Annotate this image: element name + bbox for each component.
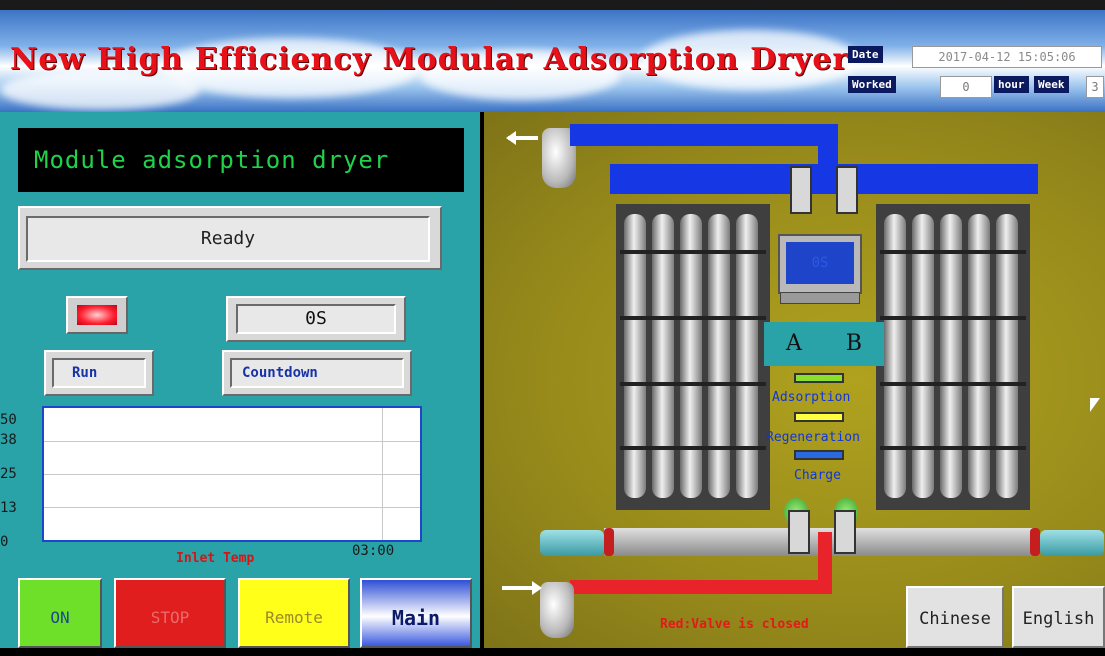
status-display: Ready bbox=[26, 216, 430, 262]
y-tick-50: 50 bbox=[0, 412, 17, 428]
inlet-pipe bbox=[570, 580, 832, 594]
y-tick-0: 0 bbox=[0, 534, 9, 550]
chart-x-label: Inlet Temp bbox=[176, 551, 255, 566]
date-value: 2017-04-12 15:05:06 bbox=[912, 46, 1102, 68]
monitor-icon: 0S bbox=[778, 234, 862, 294]
tower-a-indicator: A bbox=[764, 322, 824, 366]
app-title: New High Efficiency Modular Adsorption D… bbox=[10, 42, 850, 77]
tower-b-column-2 bbox=[912, 214, 934, 498]
keyboard-icon bbox=[780, 292, 860, 304]
bottom-valve-b-icon bbox=[834, 510, 856, 554]
tower-a-column-1 bbox=[624, 214, 646, 498]
tower-b-rung bbox=[880, 250, 1026, 254]
tower-b-rung bbox=[880, 446, 1026, 450]
tower-b-column-5 bbox=[996, 214, 1018, 498]
monitor-screen-value: 0S bbox=[786, 242, 854, 284]
worked-label: Worked bbox=[848, 76, 896, 93]
hour-label: hour bbox=[994, 76, 1029, 93]
countdown-label: Countdown bbox=[230, 358, 404, 388]
adsorption-legend-label: Adsorption bbox=[772, 390, 851, 405]
silencer-right-cap-icon bbox=[1030, 528, 1040, 556]
inlet-arrow-icon bbox=[502, 586, 532, 590]
tower-a-rung bbox=[620, 250, 766, 254]
tower-a-column-5 bbox=[736, 214, 758, 498]
top-valve-b-icon bbox=[836, 166, 858, 214]
seconds-display: 0S bbox=[236, 304, 396, 334]
stop-button[interactable]: STOP bbox=[114, 578, 226, 648]
tower-b-rung bbox=[880, 382, 1026, 386]
adsorption-legend-swatch bbox=[794, 373, 844, 383]
main-button[interactable]: Main bbox=[360, 578, 472, 648]
y-tick-13: 13 bbox=[0, 500, 17, 516]
chinese-language-button[interactable]: Chinese bbox=[906, 586, 1004, 648]
tower-a-column-4 bbox=[708, 214, 730, 498]
tower-a-rung bbox=[620, 446, 766, 450]
outlet-arrowhead-icon bbox=[506, 131, 516, 145]
inlet-arrowhead-icon bbox=[532, 581, 542, 595]
inlet-temp-chart bbox=[42, 406, 422, 542]
chart-time-label: 03:00 bbox=[352, 543, 395, 559]
alarm-lamp bbox=[66, 296, 128, 334]
tower-a-column-2 bbox=[652, 214, 674, 498]
tower-a-rung bbox=[620, 316, 766, 320]
y-tick-38: 38 bbox=[0, 432, 17, 448]
run-label: Run bbox=[52, 358, 146, 388]
date-label: Date bbox=[848, 46, 883, 63]
on-button[interactable]: ON bbox=[18, 578, 102, 648]
remote-button[interactable]: Remote bbox=[238, 578, 350, 648]
silencer-left-icon bbox=[540, 530, 604, 556]
mouse-cursor-icon bbox=[1090, 398, 1100, 412]
y-tick-25: 25 bbox=[0, 466, 17, 482]
regeneration-legend-label: Regeneration bbox=[766, 430, 860, 445]
tower-b-rung bbox=[880, 316, 1026, 320]
english-language-button[interactable]: English bbox=[1012, 586, 1105, 648]
bottom-valve-a-icon bbox=[788, 510, 810, 554]
tower-b-column-3 bbox=[940, 214, 962, 498]
silencer-left-cap-icon bbox=[604, 528, 614, 556]
tower-a-rung bbox=[620, 382, 766, 386]
alarm-led-icon bbox=[77, 305, 117, 325]
charge-legend-swatch bbox=[794, 450, 844, 460]
regeneration-legend-swatch bbox=[794, 412, 844, 422]
valve-legend-note: Red:Valve is closed bbox=[660, 617, 809, 632]
tower-b-indicator: B bbox=[824, 322, 884, 366]
outlet-pipe bbox=[570, 124, 838, 146]
screen-bezel bbox=[0, 0, 1105, 10]
top-manifold bbox=[610, 164, 1038, 194]
week-label: Week bbox=[1034, 76, 1069, 93]
tower-a-column-3 bbox=[680, 214, 702, 498]
charge-legend-label: Charge bbox=[794, 468, 841, 483]
week-value: 3 bbox=[1086, 76, 1104, 98]
silencer-right-icon bbox=[1040, 530, 1104, 556]
worked-hours-value: 0 bbox=[940, 76, 992, 98]
tower-b-column-4 bbox=[968, 214, 990, 498]
module-banner: Module adsorption dryer bbox=[18, 128, 464, 192]
inlet-filter-icon bbox=[540, 582, 574, 638]
tower-b-column-1 bbox=[884, 214, 906, 498]
top-valve-a-icon bbox=[790, 166, 812, 214]
